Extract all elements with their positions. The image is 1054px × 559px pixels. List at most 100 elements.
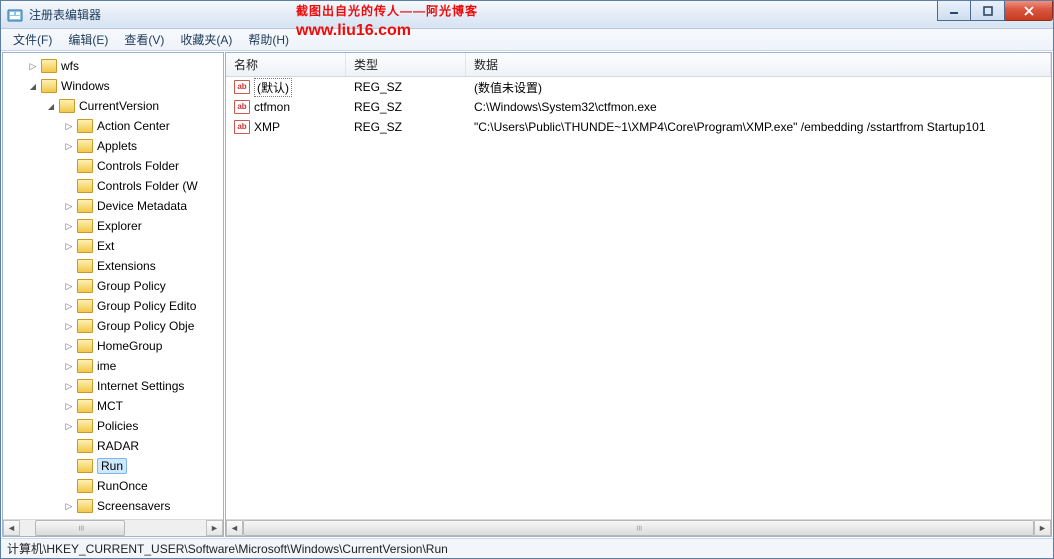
cell-type: REG_SZ xyxy=(346,120,466,134)
tree-item-label: Applets xyxy=(97,139,137,153)
col-header-data[interactable]: 数据 xyxy=(466,53,1051,76)
list-row[interactable]: abXMPREG_SZ"C:\Users\Public\THUNDE~1\XMP… xyxy=(226,117,1051,137)
scroll-right-button[interactable]: ► xyxy=(206,520,223,536)
expander-icon[interactable] xyxy=(61,318,77,334)
tree-item-label: RunOnce xyxy=(97,479,148,493)
list-row[interactable]: ab(默认)REG_SZ(数值未设置) xyxy=(226,77,1051,97)
maximize-button[interactable] xyxy=(971,1,1005,21)
tree-item[interactable]: Windows xyxy=(3,76,223,96)
tree-item[interactable]: MCT xyxy=(3,396,223,416)
expander-none xyxy=(61,158,77,174)
scroll-thumb[interactable] xyxy=(243,520,1034,536)
tree-item[interactable]: CurrentVersion xyxy=(3,96,223,116)
tree-item[interactable]: ime xyxy=(3,356,223,376)
tree-item[interactable]: Group Policy xyxy=(3,276,223,296)
minimize-button[interactable] xyxy=(937,1,971,21)
tree-item[interactable]: Internet Settings xyxy=(3,376,223,396)
tree-hscrollbar[interactable]: ◄ ► xyxy=(3,519,223,536)
cell-data: (数值未设置) xyxy=(466,79,1051,96)
value-name: ctfmon xyxy=(254,100,290,114)
list-hscrollbar[interactable]: ◄ ► xyxy=(226,519,1051,536)
tree-item-label: ime xyxy=(97,359,116,373)
content-split: wfs Windows CurrentVersionAction Center App… xyxy=(1,51,1053,538)
scroll-track[interactable] xyxy=(20,520,206,536)
scroll-thumb[interactable] xyxy=(35,520,125,536)
expander-icon[interactable] xyxy=(61,498,77,514)
expander-icon[interactable] xyxy=(61,418,77,434)
tree-item-label: Internet Settings xyxy=(97,379,184,393)
titlebar[interactable]: 注册表编辑器 xyxy=(1,1,1053,29)
expander-icon[interactable] xyxy=(43,98,59,114)
list-header: 名称 类型 数据 xyxy=(226,53,1051,77)
col-header-type[interactable]: 类型 xyxy=(346,53,466,76)
expander-icon[interactable] xyxy=(61,238,77,254)
tree-item[interactable]: Ext xyxy=(3,236,223,256)
tree-item[interactable]: Extensions xyxy=(3,256,223,276)
cell-data: C:\Windows\System32\ctfmon.exe xyxy=(466,100,1051,114)
tree-item[interactable]: Device Metadata xyxy=(3,196,223,216)
tree-item-label: Windows xyxy=(61,79,110,93)
expander-icon[interactable] xyxy=(61,298,77,314)
expander-icon[interactable] xyxy=(25,78,41,94)
expander-icon[interactable] xyxy=(61,338,77,354)
tree-item-label: wfs xyxy=(61,59,79,73)
tree-item[interactable]: Controls Folder (W xyxy=(3,176,223,196)
folder-icon xyxy=(77,479,93,493)
tree-item[interactable]: Policies xyxy=(3,416,223,436)
tree-item[interactable]: wfs xyxy=(3,56,223,76)
scroll-right-button[interactable]: ► xyxy=(1034,520,1051,536)
folder-icon xyxy=(77,119,93,133)
list-view[interactable]: ab(默认)REG_SZ(数值未设置)abctfmonREG_SZC:\Wind… xyxy=(226,77,1051,519)
folder-icon xyxy=(77,179,93,193)
expander-icon[interactable] xyxy=(61,378,77,394)
expander-icon[interactable] xyxy=(61,278,77,294)
col-header-name[interactable]: 名称 xyxy=(226,53,346,76)
tree-pane: wfs Windows CurrentVersionAction Center App… xyxy=(2,52,224,537)
menu-help[interactable]: 帮助(H) xyxy=(240,29,297,50)
expander-icon[interactable] xyxy=(61,198,77,214)
list-row[interactable]: abctfmonREG_SZC:\Windows\System32\ctfmon… xyxy=(226,97,1051,117)
expander-icon[interactable] xyxy=(61,138,77,154)
statusbar: 计算机\HKEY_CURRENT_USER\Software\Microsoft… xyxy=(1,538,1053,558)
expander-none xyxy=(61,178,77,194)
tree-item[interactable]: Controls Folder xyxy=(3,156,223,176)
tree-item-label: Controls Folder (W xyxy=(97,179,198,193)
tree-item[interactable]: RADAR xyxy=(3,436,223,456)
scroll-left-button[interactable]: ◄ xyxy=(3,520,20,536)
expander-icon[interactable] xyxy=(61,218,77,234)
folder-icon xyxy=(77,159,93,173)
expander-none xyxy=(61,258,77,274)
tree-item-label: Policies xyxy=(97,419,138,433)
tree-item[interactable]: HomeGroup xyxy=(3,336,223,356)
folder-icon xyxy=(77,439,93,453)
folder-icon xyxy=(59,99,75,113)
tree-item-label: Group Policy xyxy=(97,279,166,293)
close-button[interactable] xyxy=(1005,1,1053,21)
scroll-track[interactable] xyxy=(243,520,1034,536)
tree-item[interactable]: Run xyxy=(3,456,223,476)
tree-item[interactable]: RunOnce xyxy=(3,476,223,496)
expander-icon[interactable] xyxy=(61,358,77,374)
value-name: (默认) xyxy=(254,78,292,97)
expander-icon[interactable] xyxy=(61,398,77,414)
tree-item[interactable]: Explorer xyxy=(3,216,223,236)
tree-item-label: Explorer xyxy=(97,219,142,233)
scroll-left-button[interactable]: ◄ xyxy=(226,520,243,536)
menu-file[interactable]: 文件(F) xyxy=(5,29,60,50)
expander-icon[interactable] xyxy=(25,58,41,74)
tree-item[interactable]: Group Policy Edito xyxy=(3,296,223,316)
tree-item-label: Extensions xyxy=(97,259,156,273)
expander-icon[interactable] xyxy=(61,118,77,134)
window-controls xyxy=(937,1,1053,21)
menu-edit[interactable]: 编辑(E) xyxy=(60,29,116,50)
tree-item[interactable]: Screensavers xyxy=(3,496,223,516)
tree-view[interactable]: wfs Windows CurrentVersionAction Center App… xyxy=(3,53,223,519)
tree-item[interactable]: Applets xyxy=(3,136,223,156)
menu-favorites[interactable]: 收藏夹(A) xyxy=(172,29,240,50)
folder-icon xyxy=(77,419,93,433)
tree-item[interactable]: Action Center xyxy=(3,116,223,136)
tree-item-label: MCT xyxy=(97,399,123,413)
tree-item[interactable]: Group Policy Obje xyxy=(3,316,223,336)
window-title: 注册表编辑器 xyxy=(29,6,101,23)
menu-view[interactable]: 查看(V) xyxy=(116,29,172,50)
